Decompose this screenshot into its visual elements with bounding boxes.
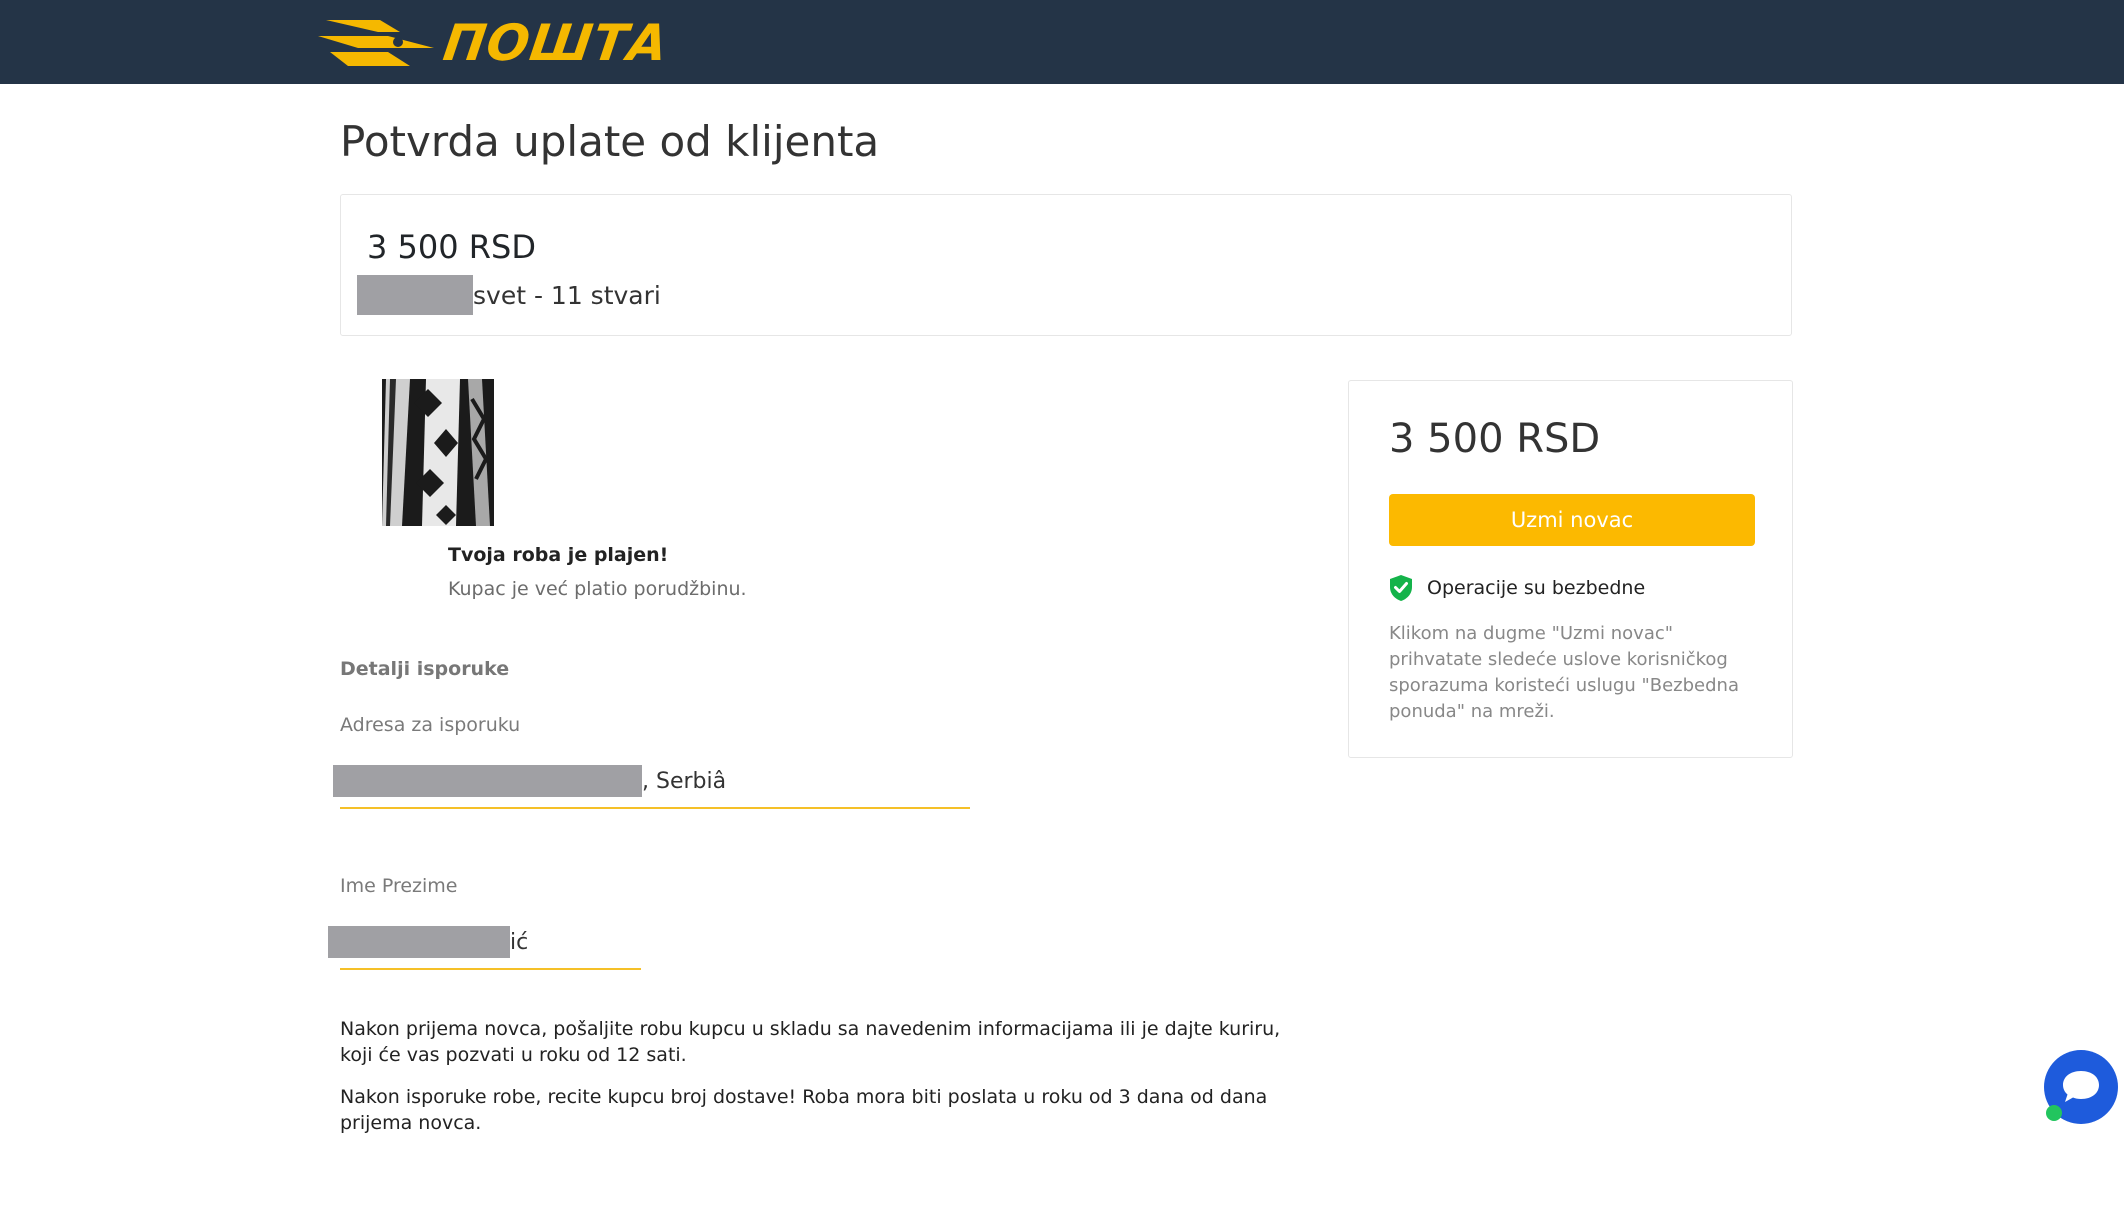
address-value: , Serbiâ — [642, 768, 727, 794]
redacted-text — [328, 926, 510, 958]
name-field[interactable]: ić — [328, 926, 528, 958]
payment-amount: 3 500 RSD — [1389, 416, 1601, 462]
address-label: Adresa za isporuku — [340, 714, 521, 736]
name-value: ić — [510, 929, 529, 955]
address-underline — [340, 807, 970, 809]
terms-text: Klikom na dugme "Uzmi novac" prihvatate … — [1389, 623, 1739, 722]
payment-card: 3 500 RSD Uzmi novac Operacije su bezbed… — [1348, 380, 1793, 758]
order-amount: 3 500 RSD — [367, 228, 536, 266]
delivery-instructions: Nakon isporuke robe, recite kupcu broj d… — [340, 1086, 1268, 1134]
post-horn-wings-icon — [318, 20, 434, 66]
secure-text: Operacije su bezbedne — [1427, 577, 1646, 599]
shipping-instructions: Nakon prijema novca, pošaljite robu kupc… — [340, 1018, 1281, 1066]
order-description-text: svet - 11 stvari — [473, 280, 661, 310]
logo-text: ПОШТА — [439, 14, 672, 72]
payment-received-subtitle: Kupac je već platio porudžbinu. — [448, 578, 747, 600]
page-title: Potvrda uplate od klijenta — [340, 117, 880, 166]
order-description: svet - 11 stvari — [357, 275, 661, 315]
take-money-button[interactable]: Uzmi novac — [1389, 494, 1755, 546]
online-status-dot — [2046, 1105, 2062, 1121]
address-field[interactable]: , Serbiâ — [333, 765, 726, 797]
name-underline — [340, 968, 641, 970]
payment-received-title: Tvoja roba je plajen! — [448, 544, 669, 566]
order-summary-card: 3 500 RSD svet - 11 stvari — [340, 194, 1792, 336]
delivery-details-heading: Detalji isporuke — [340, 658, 510, 680]
site-header: ПОШТА — [0, 0, 2124, 84]
redacted-text — [333, 765, 642, 797]
name-label: Ime Prezime — [340, 875, 458, 897]
secure-notice: Operacije su bezbedne — [1389, 572, 1645, 604]
product-image — [382, 379, 494, 526]
chat-bubble-icon — [2063, 1071, 2099, 1102]
shield-check-icon — [1390, 575, 1412, 601]
posta-logo[interactable]: ПОШТА — [318, 14, 672, 72]
redacted-text — [357, 275, 473, 315]
